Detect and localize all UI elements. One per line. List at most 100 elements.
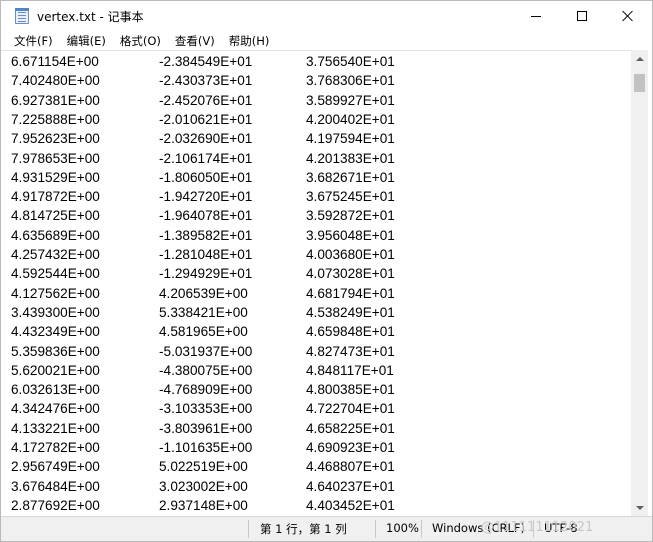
vertex-value: 5.338421E+00 xyxy=(159,304,248,320)
zoom-level: 100% xyxy=(386,521,419,535)
vertex-value: 3.589927E+01 xyxy=(306,92,395,108)
vertex-value: 6.032613E+00 xyxy=(11,382,100,398)
arrow-down-icon xyxy=(635,505,644,510)
vertex-value: 4.931529E+00 xyxy=(11,169,100,185)
vertex-value: -3.803961E+00 xyxy=(159,420,253,436)
vertex-value: -2.032690E+01 xyxy=(159,131,253,147)
vertical-scrollbar[interactable] xyxy=(631,50,648,516)
close-button[interactable] xyxy=(605,1,651,31)
vertex-value: -1.101635E+00 xyxy=(159,440,253,455)
notepad-window: vertex.txt - 记事本 文件(F) 编辑(E) 格式(O) 查看(V)… xyxy=(0,0,653,542)
minimize-icon xyxy=(531,15,541,17)
text-editor[interactable]: 6.671154E+00 -2.384549E+01 3.756540E+01 7.4… xyxy=(1,50,631,516)
vertex-value: 2.877692E+00 xyxy=(11,497,100,513)
vertex-value: 4.403452E+01 xyxy=(306,497,395,513)
vertex-value: 4.800385E+01 xyxy=(306,382,395,398)
vertex-value: 7.952623E+00 xyxy=(11,131,100,147)
vertex-value: 4.127562E+00 xyxy=(11,285,100,301)
vertex-value: 3.023002E+00 xyxy=(159,478,248,494)
vertex-value: 4.200402E+01 xyxy=(306,111,395,127)
vertex-value: 4.658225E+01 xyxy=(306,420,395,436)
watermark: @111111112021 xyxy=(481,520,594,535)
vertex-value: -2.430373E+01 xyxy=(159,73,253,89)
scroll-up-button[interactable] xyxy=(631,50,648,67)
vertex-value: 4.197594E+01 xyxy=(306,131,395,147)
vertex-value: -5.031937E+00 xyxy=(159,343,253,359)
vertex-value: -2.384549E+01 xyxy=(159,54,253,69)
vertex-value: 4.592544E+00 xyxy=(11,266,100,282)
menu-format[interactable]: 格式(O) xyxy=(113,33,168,49)
vertex-value: 5.359836E+00 xyxy=(11,343,100,359)
vertex-value: -2.106174E+01 xyxy=(159,150,253,166)
vertex-value: 3.682671E+01 xyxy=(306,169,395,185)
arrow-up-icon xyxy=(635,56,644,61)
title-bar[interactable]: vertex.txt - 记事本 xyxy=(1,1,652,31)
vertex-value: -1.389582E+01 xyxy=(159,227,253,243)
notepad-icon xyxy=(15,8,29,24)
vertex-value: 3.756540E+01 xyxy=(306,54,395,69)
vertex-value: 4.342476E+00 xyxy=(11,401,100,417)
maximize-icon xyxy=(577,11,587,21)
vertex-value: 3.675245E+01 xyxy=(306,189,395,205)
menu-bar: 文件(F) 编辑(E) 格式(O) 查看(V) 帮助(H) xyxy=(1,31,652,50)
window-title: vertex.txt - 记事本 xyxy=(37,10,144,24)
vertex-value: 7.402480E+00 xyxy=(11,73,100,89)
vertex-value: 7.978653E+00 xyxy=(11,150,100,166)
vertex-value: 6.671154E+00 xyxy=(11,54,99,69)
vertex-value: 4.201383E+01 xyxy=(306,150,395,166)
vertex-value: 4.073028E+01 xyxy=(306,266,395,282)
status-separator xyxy=(375,520,376,538)
vertex-value: -1.964078E+01 xyxy=(159,208,253,224)
vertex-value: -1.806050E+01 xyxy=(159,169,253,185)
vertex-value: 4.681794E+01 xyxy=(306,285,395,301)
scroll-down-button[interactable] xyxy=(631,499,648,516)
cursor-position: 第 1 行，第 1 列 xyxy=(260,522,347,536)
vertex-value: 4.659848E+01 xyxy=(306,324,395,340)
menu-file[interactable]: 文件(F) xyxy=(7,33,60,49)
vertex-value: 4.172782E+00 xyxy=(11,440,100,455)
vertex-value: 7.225888E+00 xyxy=(11,111,100,127)
vertex-value: -4.380075E+00 xyxy=(159,362,253,378)
vertex-value: 4.635689E+00 xyxy=(11,227,100,243)
vertex-value: 4.690923E+01 xyxy=(306,440,395,455)
vertex-value: 4.432349E+00 xyxy=(11,324,100,340)
vertex-value: -1.942720E+01 xyxy=(159,189,253,205)
vertex-value: 4.848117E+01 xyxy=(306,362,394,378)
vertex-value: -2.010621E+01 xyxy=(159,111,253,127)
menu-help[interactable]: 帮助(H) xyxy=(222,33,277,49)
close-icon xyxy=(622,10,634,22)
vertex-value: 5.620021E+00 xyxy=(11,362,100,378)
vertex-value: 5.022519E+00 xyxy=(159,459,248,475)
vertex-value: 3.439300E+00 xyxy=(11,304,100,320)
vertex-value: 4.581965E+00 xyxy=(159,324,248,340)
vertex-value: 4.814725E+00 xyxy=(11,208,100,224)
status-bar: 第 1 行，第 1 列 100% Windows (CRLF) UTF-8 @1… xyxy=(1,516,652,541)
vertex-value: -1.281048E+01 xyxy=(159,247,253,262)
menu-edit[interactable]: 编辑(E) xyxy=(60,33,113,49)
vertex-value: -1.294929E+01 xyxy=(159,266,253,282)
vertex-value: 3.956048E+01 xyxy=(306,227,395,243)
vertex-value: -2.452076E+01 xyxy=(159,92,253,108)
vertex-value: 4.257432E+00 xyxy=(11,247,100,262)
vertex-value: 4.722704E+01 xyxy=(306,401,395,417)
status-separator xyxy=(248,520,249,538)
vertex-value: 6.927381E+00 xyxy=(11,92,100,108)
vertex-value: 4.003680E+01 xyxy=(306,247,395,262)
vertex-value: 4.468807E+01 xyxy=(306,459,395,475)
scroll-thumb[interactable] xyxy=(634,74,645,92)
vertex-value: 4.917872E+00 xyxy=(11,189,100,205)
vertex-value: 4.538249E+01 xyxy=(306,304,395,320)
vertex-value: 4.827473E+01 xyxy=(306,343,395,359)
vertex-value: 4.133221E+00 xyxy=(11,420,100,436)
vertex-value: 3.592872E+01 xyxy=(306,208,395,224)
vertex-value: -3.103353E+00 xyxy=(159,401,253,417)
menu-view[interactable]: 查看(V) xyxy=(168,33,222,49)
minimize-button[interactable] xyxy=(513,1,559,31)
vertex-value: -4.768909E+00 xyxy=(159,382,253,398)
vertex-value: 2.956749E+00 xyxy=(11,459,100,475)
vertex-value: 4.640237E+01 xyxy=(306,478,395,494)
vertex-value: 2.937148E+00 xyxy=(159,497,248,513)
maximize-button[interactable] xyxy=(559,1,605,31)
status-separator xyxy=(421,520,422,538)
vertex-value: 3.676484E+00 xyxy=(11,478,100,494)
